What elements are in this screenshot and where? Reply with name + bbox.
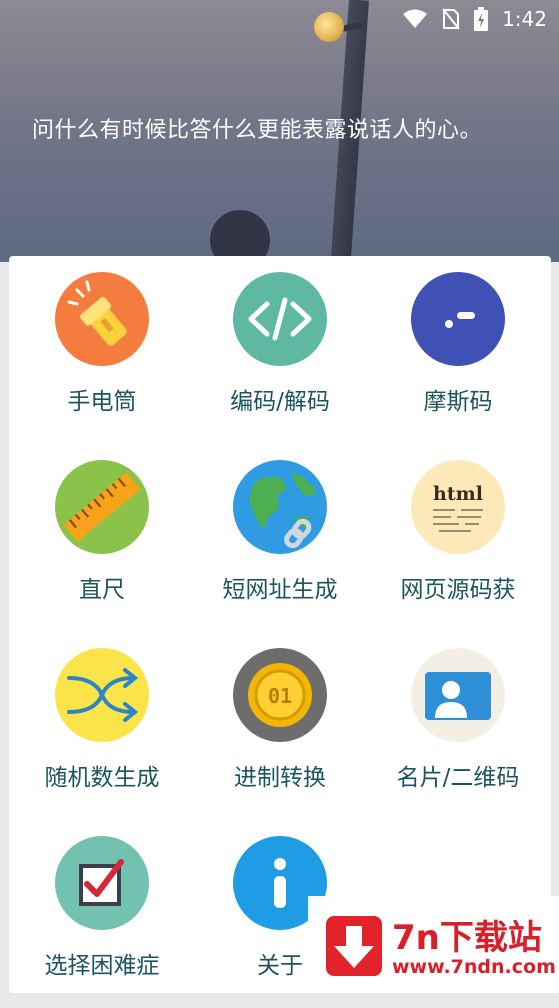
svg-text:html: html	[433, 483, 483, 505]
tool-label: 网页源码获	[400, 577, 516, 603]
tool-short-url[interactable]: 短网址生成	[187, 444, 373, 632]
ruler-icon	[55, 460, 149, 554]
tool-label: 编码/解码	[230, 389, 330, 415]
daily-quote: 问什么有时候比答什么更能表露说话人的心。	[32, 118, 483, 143]
contact-card-icon	[411, 648, 505, 742]
clock: 1:42	[502, 7, 547, 31]
tool-label: 选择困难症	[44, 953, 160, 979]
tool-encode-decode[interactable]: 编码/解码	[187, 256, 373, 444]
tool-label: 直尺	[79, 577, 125, 603]
morse-icon	[411, 272, 505, 366]
checkbox-icon	[55, 836, 149, 930]
watermark-title: 7n下载站	[392, 918, 542, 958]
background-silhouette	[210, 210, 270, 262]
header-banner: 问什么有时候比答什么更能表露说话人的心。	[0, 0, 559, 262]
tool-ruler[interactable]: 直尺	[9, 444, 195, 632]
tool-decision[interactable]: 选择困难症	[9, 820, 195, 1008]
street-lamp	[314, 12, 344, 42]
svg-text:01: 01	[268, 684, 292, 708]
site-watermark: 7n下载站 www.7ndn.com	[308, 896, 559, 993]
tool-card-qrcode[interactable]: 名片/二维码	[365, 632, 551, 820]
tool-label: 名片/二维码	[396, 765, 520, 791]
tool-label: 进制转换	[234, 765, 326, 791]
tool-page-source[interactable]: html 网页源码获	[365, 444, 551, 632]
code-icon	[233, 272, 327, 366]
tools-card: 手电筒 编码/解码 摩斯码 直尺 短网址生成 html 网页源码获 随机数生成 …	[9, 256, 551, 993]
binary-coin-icon: 01	[233, 648, 327, 742]
status-bar: 1:42	[402, 6, 547, 32]
wifi-icon	[403, 9, 428, 28]
shuffle-icon	[55, 648, 149, 742]
tool-base-convert[interactable]: 01 进制转换	[187, 632, 373, 820]
battery-icon	[474, 7, 489, 31]
flashlight-icon	[55, 272, 149, 366]
html-paper-icon: html	[411, 460, 505, 554]
tool-random-number[interactable]: 随机数生成	[9, 632, 195, 820]
download-arrow-icon	[326, 916, 382, 976]
tool-label: 摩斯码	[423, 389, 493, 415]
tool-label: 短网址生成	[222, 577, 338, 603]
tool-label: 手电筒	[67, 389, 137, 415]
tool-morse[interactable]: 摩斯码	[365, 256, 551, 444]
globe-link-icon	[233, 460, 327, 554]
tool-flashlight[interactable]: 手电筒	[9, 256, 195, 444]
tool-label: 随机数生成	[44, 765, 160, 791]
no-sim-icon	[442, 8, 460, 30]
watermark-url: www.7ndn.com	[392, 956, 556, 978]
